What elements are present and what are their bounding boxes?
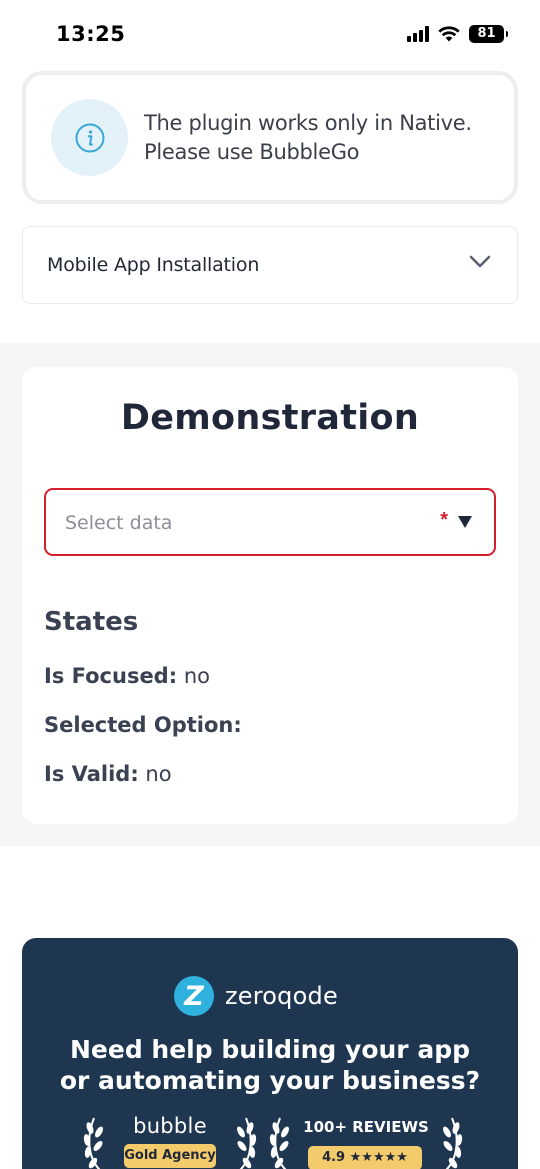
promo-headline: Need help building your app or automatin… [22, 1034, 518, 1096]
state-label: Is Valid: [44, 762, 139, 786]
signal-icon [407, 26, 429, 42]
reviews-title: 100+ REVIEWS [303, 1118, 429, 1136]
zeroqode-logo-icon: Z [174, 976, 214, 1016]
notice-line-2: Please use BubbleGo [144, 140, 360, 164]
status-icons: 81 [407, 25, 508, 43]
chevron-down-icon[interactable] [469, 255, 491, 269]
state-is-focused: Is Focused: no [44, 664, 210, 688]
notice-line-1: The plugin works only in Native. [144, 111, 472, 135]
required-mark: * [440, 509, 448, 531]
status-time: 13:25 [56, 22, 126, 46]
headline-line-1: Need help building your app [69, 1035, 470, 1064]
status-bar: 13:25 81 [0, 0, 540, 66]
notice-message: The plugin works only in Native. Please … [144, 109, 472, 167]
laurel-right-icon [237, 1117, 257, 1169]
native-only-notice: The plugin works only in Native. Please … [22, 71, 518, 204]
demo-card: Demonstration Select data * States Is Fo… [22, 367, 518, 824]
zeroqode-logo: Z zeroqode [174, 976, 338, 1016]
state-selected-option: Selected Option: [44, 713, 242, 737]
state-label: Is Focused: [44, 664, 178, 688]
state-is-valid: Is Valid: no [44, 762, 172, 786]
accordion-label: Mobile App Installation [47, 254, 260, 276]
brand-name: zeroqode [225, 982, 338, 1010]
rating-pill: 4.9 ★★★★★ [308, 1146, 422, 1169]
laurel-right-icon [443, 1117, 463, 1169]
bubble-gold-agency-badge: bubble Gold Agency [80, 1114, 260, 1169]
info-icon [75, 123, 104, 152]
select-placeholder: Select data [65, 512, 173, 534]
info-icon-wrapper [51, 99, 128, 176]
triangle-down-icon[interactable] [457, 515, 473, 529]
state-value: no [183, 664, 210, 688]
select-data-dropdown[interactable]: Select data * [44, 488, 496, 556]
reviews-badge: 100+ REVIEWS 4.9 ★★★★★ [268, 1114, 464, 1169]
zeroqode-promo-banner[interactable]: Z zeroqode Need help building your app o… [22, 938, 518, 1169]
state-label: Selected Option: [44, 713, 242, 737]
mobile-app-installation-accordion[interactable]: Mobile App Installation [22, 226, 518, 304]
headline-line-2: or automating your business? [59, 1066, 481, 1095]
gold-agency-pill: Gold Agency [124, 1144, 216, 1168]
battery-icon: 81 [469, 25, 508, 43]
states-title: States [44, 607, 139, 637]
demo-title: Demonstration [120, 398, 420, 438]
state-value: no [145, 762, 172, 786]
wifi-icon [438, 26, 460, 42]
